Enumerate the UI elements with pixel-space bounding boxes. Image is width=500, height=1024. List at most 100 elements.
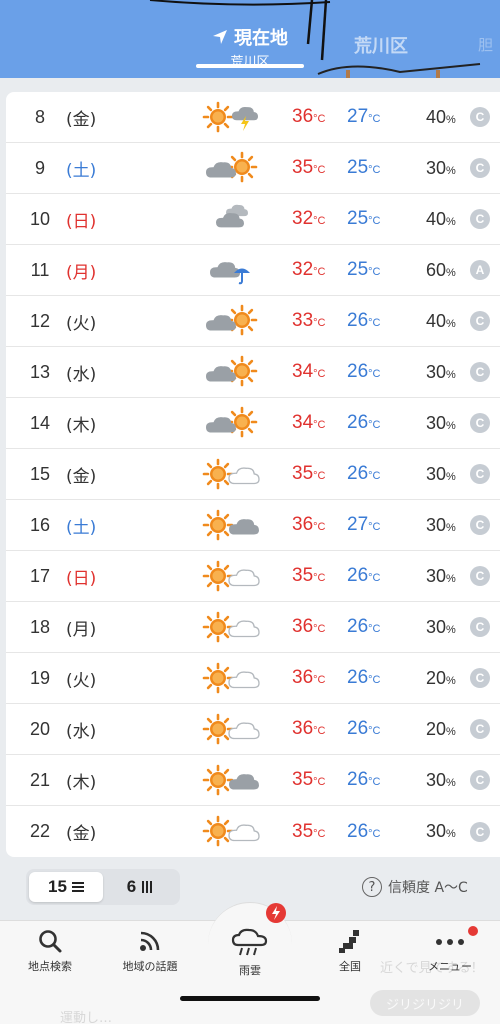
- reliability-legend[interactable]: ? 信頼度 A～C: [362, 877, 468, 897]
- forecast-row[interactable]: 18 (月) 36°C 26°C 30% C: [6, 602, 500, 653]
- day-of-week: (日): [66, 568, 97, 589]
- precip-prob: 30%: [426, 514, 456, 535]
- background-button: ジリジリジリ: [370, 990, 480, 1016]
- day-of-week: (月): [66, 262, 97, 283]
- cloud-sun-icon: [202, 355, 258, 389]
- high-temp: 32°C: [292, 259, 326, 280]
- tab-peek[interactable]: 胆: [478, 34, 493, 55]
- search-icon: [39, 930, 62, 953]
- forecast-row[interactable]: 21 (木) 35°C 26°C 30% C: [6, 755, 500, 806]
- rss-icon: [140, 931, 160, 951]
- forecast-row[interactable]: 16 (土) 36°C 27°C 30% C: [6, 500, 500, 551]
- forecast-row[interactable]: 10 (日) 32°C 25°C 40% C: [6, 194, 500, 245]
- high-temp: 35°C: [292, 820, 326, 842]
- low-temp: 26°C: [347, 412, 381, 433]
- forecast-row[interactable]: 9 (土) 35°C 25°C 30% C: [6, 143, 500, 194]
- high-temp: 34°C: [292, 361, 326, 382]
- nav-topics-label: 地域の話題: [122, 960, 178, 973]
- high-temp: 35°C: [292, 157, 326, 178]
- day-number: 20: [29, 718, 51, 739]
- day-of-week: (金): [66, 109, 97, 130]
- forecast-row[interactable]: 12 (火) 33°C 26°C 40% C: [6, 296, 500, 347]
- forecast-row[interactable]: 15 (金) 35°C 26°C 30% C: [6, 449, 500, 500]
- day-number: 14: [29, 412, 51, 433]
- toggle-15-days[interactable]: 15: [29, 872, 103, 902]
- more-dots-icon: [436, 939, 464, 945]
- day-number: 10: [29, 208, 51, 229]
- day-of-week: (水): [66, 364, 97, 385]
- reliability-badge: C: [470, 617, 490, 637]
- low-temp: 27°C: [347, 106, 381, 127]
- precip-prob: 30%: [426, 412, 456, 433]
- nav-topics[interactable]: 地域の話題: [100, 928, 200, 974]
- reliability-text: 信頼度 A～C: [388, 880, 468, 896]
- nav-menu[interactable]: メニュー: [400, 928, 500, 974]
- sun-cloud-icon: [202, 712, 260, 746]
- sun-graycloud-icon: [202, 763, 259, 797]
- nav-national[interactable]: 全国: [300, 928, 400, 974]
- day-number: 19: [29, 667, 51, 688]
- sun-cloud-icon: [202, 457, 260, 491]
- nav-search-label: 地点検索: [28, 960, 72, 973]
- forecast-list: 8 (金) 36°C 27°C 40% C 9 (土) 35°C 25°C 30…: [6, 92, 500, 857]
- sun-thunder-icon: [202, 100, 258, 134]
- precip-prob: 30%: [426, 769, 456, 790]
- nav-menu-label: メニュー: [428, 960, 472, 973]
- forecast-row[interactable]: 13 (水) 34°C 26°C 30% C: [6, 347, 500, 398]
- high-temp: 36°C: [292, 514, 326, 535]
- day-of-week: (土): [66, 160, 97, 181]
- reliability-badge: C: [470, 107, 490, 127]
- forecast-row[interactable]: 14 (木) 34°C 26°C 30% C: [6, 398, 500, 449]
- reliability-badge: C: [470, 464, 490, 484]
- low-temp: 26°C: [347, 718, 381, 739]
- high-temp: 36°C: [292, 616, 326, 637]
- low-temp: 25°C: [347, 157, 381, 178]
- reliability-badge: C: [470, 158, 490, 178]
- precip-prob: 20%: [426, 718, 456, 739]
- nav-national-label: 全国: [339, 960, 361, 973]
- tab-arakawa[interactable]: 荒川区: [354, 32, 408, 58]
- sun-cloud-icon: [202, 814, 260, 848]
- rain-cloud-icon: [231, 928, 268, 956]
- day-of-week: (火): [66, 313, 97, 334]
- precip-prob: 30%: [426, 361, 456, 382]
- nav-rain[interactable]: 雨雲: [200, 928, 300, 978]
- forecast-row[interactable]: 20 (水) 36°C 26°C 20% C: [6, 704, 500, 755]
- cloud-sun-icon: [202, 304, 258, 338]
- high-temp: 36°C: [292, 667, 326, 688]
- forecast-row[interactable]: 22 (金) 35°C 26°C 30% C: [6, 806, 500, 857]
- sun-graycloud-icon: [202, 508, 259, 542]
- day-number: 16: [29, 514, 51, 535]
- toggle-6-label: 6: [126, 877, 137, 896]
- day-of-week: (木): [66, 772, 97, 793]
- day-of-week: (金): [66, 824, 97, 844]
- background-text-2: 運動し…: [60, 1011, 113, 1024]
- day-number: 13: [29, 361, 51, 382]
- sun-cloud-icon: [202, 610, 260, 644]
- tab-current-label: 現在地: [234, 28, 288, 49]
- forecast-row[interactable]: 8 (金) 36°C 27°C 40% C: [6, 92, 500, 143]
- day-number: 12: [29, 310, 51, 331]
- high-temp: 36°C: [292, 718, 326, 739]
- list-lines-icon: [71, 882, 84, 892]
- forecast-row[interactable]: 11 (月) 32°C 25°C 60% A: [6, 245, 500, 296]
- toggle-6-days[interactable]: 6: [103, 872, 177, 902]
- nav-rain-label: 雨雲: [239, 964, 261, 977]
- day-of-week: (木): [66, 415, 97, 436]
- nav-search[interactable]: 地点検索: [0, 928, 100, 974]
- low-temp: 26°C: [347, 310, 381, 331]
- low-temp: 26°C: [347, 616, 381, 637]
- toggle-15-label: 15: [48, 877, 67, 896]
- precip-prob: 30%: [426, 616, 456, 637]
- day-number: 8: [34, 106, 45, 127]
- low-temp: 26°C: [347, 769, 381, 790]
- forecast-row[interactable]: 19 (火) 36°C 26°C 20% C: [6, 653, 500, 704]
- cloud-sun-icon: [202, 151, 258, 185]
- reliability-badge: C: [470, 413, 490, 433]
- low-temp: 26°C: [347, 361, 381, 382]
- forecast-row[interactable]: 17 (日) 35°C 26°C 30% C: [6, 551, 500, 602]
- sun-cloud-icon: [202, 661, 260, 695]
- columns-icon: [142, 881, 153, 893]
- day-number: 21: [29, 769, 51, 790]
- day-number: 15: [29, 463, 51, 484]
